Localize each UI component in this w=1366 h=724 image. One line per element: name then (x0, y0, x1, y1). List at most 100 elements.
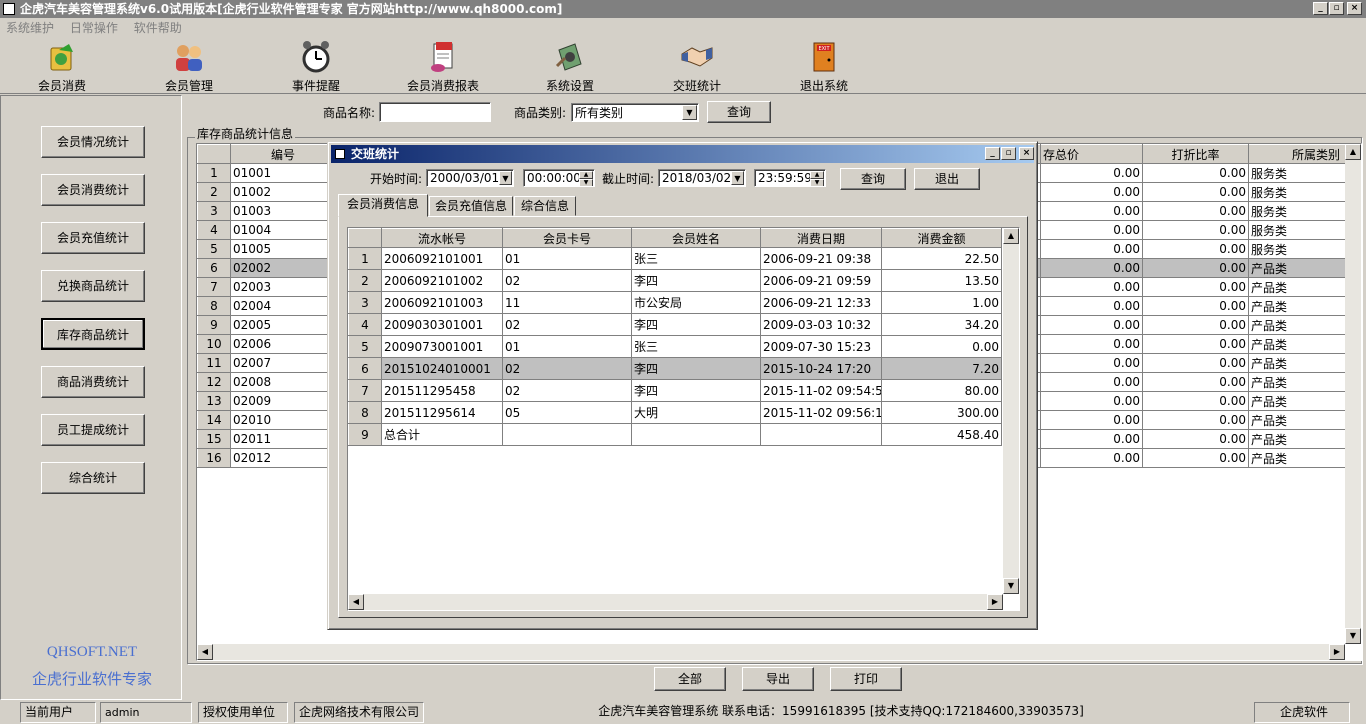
goods-category-select[interactable]: 所有类别 ▼ (571, 103, 699, 122)
cell-rate: 0.00 (1142, 163, 1249, 183)
consume-vertical-scrollbar[interactable]: ▲ ▼ (1003, 228, 1019, 594)
cell-consume-date: 2015-11-02 09:56:14 (760, 401, 882, 424)
dialog-close-button[interactable]: × (1019, 147, 1034, 160)
dialog-query-button[interactable]: 查询 (840, 168, 906, 190)
menu-daily-operations[interactable]: 日常操作 (70, 21, 118, 35)
staff-commission-stats-button[interactable]: 员工提成统计 (41, 414, 145, 446)
scroll-up-icon[interactable]: ▲ (1345, 144, 1361, 160)
scroll-right-icon[interactable]: ▶ (1329, 644, 1345, 660)
cell-card: 05 (502, 401, 632, 424)
member-status-stats-button[interactable]: 会员情况统计 (41, 126, 145, 158)
toolbar-shift-statistics[interactable]: 交班统计 (657, 40, 737, 94)
cell-code: 02009 (230, 391, 336, 411)
dialog-minimize-button[interactable]: _ (985, 147, 1000, 160)
toolbar-event-reminder[interactable]: 事件提醒 (276, 40, 356, 94)
row-number: 6 (348, 357, 382, 380)
start-time-spinner[interactable]: ▲ ▼ (579, 171, 593, 186)
row-number-header (348, 228, 382, 248)
table-row[interactable]: 7 201511295458 02 李四 2015-11-02 09:54:58 80.0… (348, 379, 1002, 402)
toolbar-system-settings[interactable]: 系统设置 (530, 40, 610, 94)
start-date-picker[interactable]: 2000/03/01 ▼ (426, 169, 514, 187)
consume-horizontal-scrollbar[interactable]: ◀ ▶ (348, 594, 1003, 610)
table-row[interactable]: 3 2006092101003 11 市公安局 2006-09-21 12:33 1.00 (348, 291, 1002, 314)
inventory-goods-stats-button[interactable]: 库存商品统计 (41, 318, 145, 350)
column-header-serial[interactable]: 流水帐号 (381, 228, 503, 248)
end-time-spinner[interactable]: ▲ ▼ (810, 171, 824, 186)
scroll-up-icon[interactable]: ▲ (1003, 228, 1019, 244)
cell-rate: 0.00 (1142, 296, 1249, 316)
dialog-exit-button[interactable]: 退出 (914, 168, 980, 190)
scroll-right-icon[interactable]: ▶ (987, 594, 1003, 610)
tab-overall-info[interactable]: 综合信息 (514, 196, 576, 216)
member-recharge-stats-button[interactable]: 会员充值统计 (41, 222, 145, 254)
goods-query-button[interactable]: 查询 (707, 101, 771, 123)
row-number: 7 (197, 277, 231, 297)
inventory-vertical-scrollbar[interactable]: ▲ ▼ (1345, 144, 1361, 644)
table-row[interactable]: 6 20151024010001 02 李四 2015-10-24 17:20 7.20 (348, 357, 1002, 380)
start-time-picker[interactable]: 00:00:00 ▲ ▼ (523, 169, 595, 187)
cell-code: 01003 (230, 201, 336, 221)
toolbar-consume-report[interactable]: 会员消费报表 (403, 40, 483, 94)
chevron-down-icon[interactable]: ▼ (731, 171, 744, 185)
spin-up-icon[interactable]: ▲ (810, 171, 824, 179)
toolbar-exit-system[interactable]: EXIT 退出系统 (784, 40, 864, 94)
menu-software-help[interactable]: 软件帮助 (134, 21, 182, 35)
cell-rate: 0.00 (1142, 239, 1249, 259)
minimize-button[interactable]: _ (1313, 2, 1328, 15)
print-button[interactable]: 打印 (830, 667, 902, 691)
column-header-consume-date[interactable]: 消费日期 (760, 228, 882, 248)
goods-consume-stats-button[interactable]: 商品消费统计 (41, 366, 145, 398)
cell-consume-date (760, 423, 882, 446)
inventory-horizontal-scrollbar[interactable]: ◀ ▶ (197, 644, 1345, 660)
dialog-app-icon (335, 149, 345, 159)
cell-rate: 0.00 (1142, 429, 1249, 449)
tab-member-consume-info[interactable]: 会员消费信息 (338, 194, 428, 217)
cell-serial: 2006092101002 (381, 269, 503, 292)
scroll-down-icon[interactable]: ▼ (1003, 578, 1019, 594)
member-consume-stats-button[interactable]: 会员消费统计 (41, 174, 145, 206)
chevron-down-icon[interactable]: ▼ (499, 171, 512, 185)
export-button[interactable]: 导出 (742, 667, 814, 691)
exchange-goods-stats-button[interactable]: 兑换商品统计 (41, 270, 145, 302)
column-header-member-name[interactable]: 会员姓名 (631, 228, 761, 248)
spin-down-icon[interactable]: ▼ (579, 179, 593, 186)
cell-amount: 80.00 (881, 379, 1002, 402)
table-row[interactable]: 9 总合计 458.40 (348, 423, 1002, 446)
column-header-code[interactable]: 编号 (230, 144, 336, 164)
tab-member-recharge-info[interactable]: 会员充值信息 (429, 196, 513, 216)
column-header-total[interactable]: 存总价 (1040, 144, 1143, 164)
table-row[interactable]: 8 201511295614 05 大明 2015-11-02 09:56:14 300.… (348, 401, 1002, 424)
column-header-card[interactable]: 会员卡号 (502, 228, 632, 248)
toolbar-member-manage[interactable]: 会员管理 (149, 40, 229, 94)
close-button[interactable]: × (1347, 2, 1362, 15)
table-row[interactable]: 5 2009073001001 01 张三 2009-07-30 15:23 0.00 (348, 335, 1002, 358)
scroll-left-icon[interactable]: ◀ (348, 594, 364, 610)
cell-amount: 300.00 (881, 401, 1002, 424)
column-header-rate[interactable]: 打折比率 (1142, 144, 1249, 164)
end-time-picker[interactable]: 23:59:59 ▲ ▼ (754, 169, 826, 187)
table-row[interactable]: 4 2009030301001 02 李四 2009-03-03 10:32 34.20 (348, 313, 1002, 336)
report-icon (431, 42, 453, 72)
chevron-down-icon[interactable]: ▼ (682, 105, 697, 120)
dialog-maximize-button[interactable]: ▫ (1001, 147, 1016, 160)
row-number: 15 (197, 429, 231, 449)
menu-system-maintenance[interactable]: 系统维护 (6, 21, 54, 35)
row-number-header (197, 144, 231, 164)
cell-member-name (631, 423, 761, 446)
end-date-picker[interactable]: 2018/03/02 ▼ (658, 169, 746, 187)
overall-stats-button[interactable]: 综合统计 (41, 462, 145, 494)
goods-name-input[interactable] (379, 102, 491, 122)
table-row[interactable]: 2 2006092101002 02 李四 2006-09-21 09:59 13.50 (348, 269, 1002, 292)
spin-up-icon[interactable]: ▲ (579, 171, 593, 179)
table-row[interactable]: 1 2006092101001 01 张三 2006-09-21 09:38 22.50 (348, 247, 1002, 270)
toolbar-member-consume[interactable]: 会员消费 (22, 40, 102, 94)
cell-code: 02012 (230, 448, 336, 468)
show-all-button[interactable]: 全部 (654, 667, 726, 691)
maximize-button[interactable]: ▫ (1329, 2, 1344, 15)
spin-down-icon[interactable]: ▼ (810, 179, 824, 186)
consume-grid[interactable]: 流水帐号 会员卡号 会员姓名 消费日期 消费金额 1 2006092101001 0… (347, 227, 1020, 611)
column-header-amount[interactable]: 消费金额 (881, 228, 1002, 248)
scroll-down-icon[interactable]: ▼ (1345, 628, 1361, 644)
scroll-left-icon[interactable]: ◀ (197, 644, 213, 660)
row-number: 7 (348, 379, 382, 402)
